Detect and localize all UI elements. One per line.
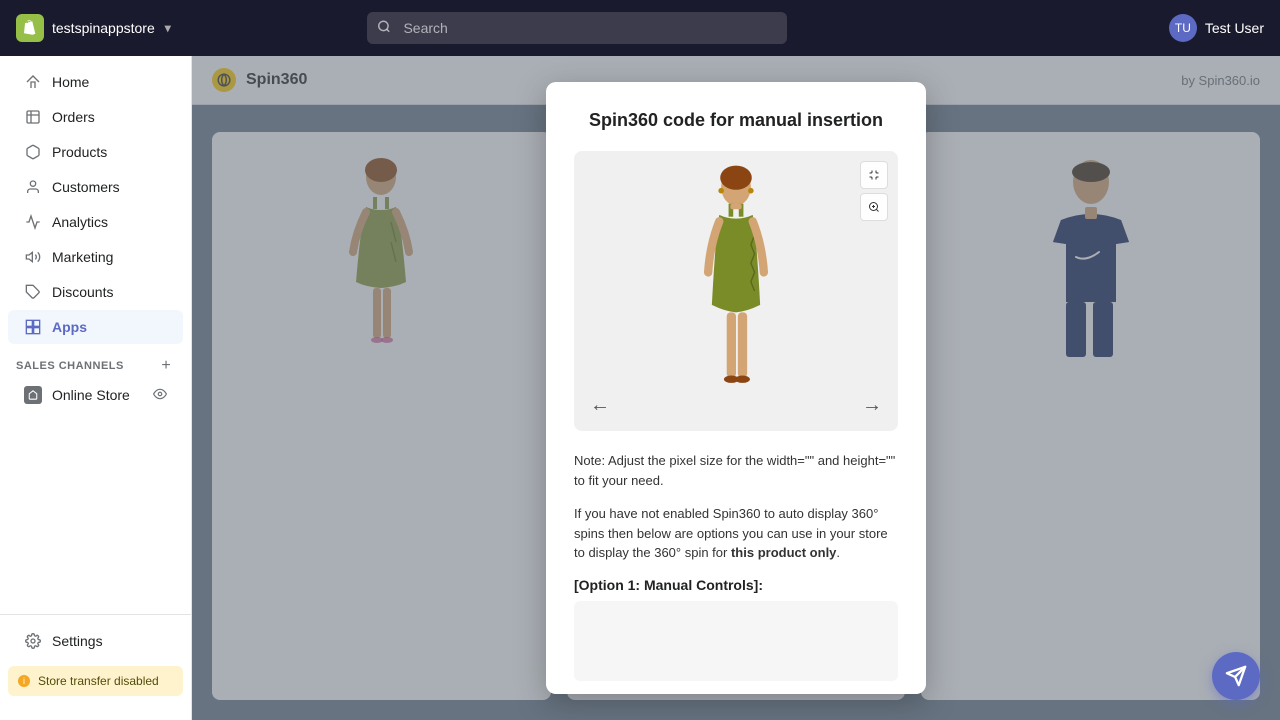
sidebar-item-orders[interactable]: Orders [8, 100, 183, 134]
arrow-right-button[interactable]: → [862, 394, 882, 417]
search-container [367, 12, 787, 44]
channel-left: Online Store [24, 386, 130, 404]
discounts-icon [24, 283, 42, 301]
modal-para: If you have not enabled Spin360 to auto … [574, 504, 898, 563]
sidebar: Home Orders Products Customers [0, 56, 192, 720]
store-transfer-text: Store transfer disabled [38, 674, 159, 688]
sidebar-item-marketing[interactable]: Marketing [8, 240, 183, 274]
sidebar-item-label: Discounts [52, 284, 113, 300]
settings-icon [24, 632, 42, 650]
marketing-icon [24, 248, 42, 266]
shopify-icon [16, 14, 44, 42]
search-input[interactable] [367, 12, 787, 44]
sidebar-item-home[interactable]: Home [8, 65, 183, 99]
sidebar-item-products[interactable]: Products [8, 135, 183, 169]
avatar: TU [1169, 14, 1197, 42]
settings-label: Settings [52, 633, 103, 649]
sales-channels-header: SALES CHANNELS + [0, 345, 191, 379]
sidebar-item-label: Home [52, 74, 89, 90]
store-chevron-icon: ▾ [165, 21, 171, 35]
sidebar-item-apps[interactable]: Apps [8, 310, 183, 344]
user-name: Test User [1205, 20, 1264, 36]
orders-icon [24, 108, 42, 126]
code-block-1 [574, 601, 898, 681]
sidebar-item-label: Products [52, 144, 107, 160]
sidebar-nav: Home Orders Products Customers [0, 56, 191, 614]
layout: Home Orders Products Customers [0, 56, 1280, 720]
option1-label: [Option 1: Manual Controls]: [574, 577, 898, 593]
sidebar-item-label: Customers [52, 179, 120, 195]
sidebar-item-customers[interactable]: Customers [8, 170, 183, 204]
store-logo-button[interactable]: testspinappstore ▾ [16, 14, 171, 42]
sidebar-item-analytics[interactable]: Analytics [8, 205, 183, 239]
store-name: testspinappstore [52, 20, 155, 36]
online-store-icon [24, 386, 42, 404]
products-icon [24, 143, 42, 161]
sidebar-item-label: Orders [52, 109, 95, 125]
sidebar-item-label: Apps [52, 319, 87, 335]
sidebar-item-online-store[interactable]: Online Store [8, 380, 183, 410]
modal-note: Note: Adjust the pixel size for the widt… [574, 451, 898, 490]
home-icon [24, 73, 42, 91]
analytics-icon [24, 213, 42, 231]
sidebar-item-label: Analytics [52, 214, 108, 230]
main-content: Spin360 by Spin360.io [192, 56, 1280, 720]
modal-this-product: this product only [731, 545, 836, 560]
modal-dialog: Spin360 code for manual insertion [546, 82, 926, 694]
search-icon [377, 20, 391, 37]
store-transfer-banner: i Store transfer disabled [8, 666, 183, 696]
eye-icon[interactable] [153, 387, 167, 404]
user-menu[interactable]: TU Test User [1169, 14, 1264, 42]
topbar: testspinappstore ▾ TU Test User [0, 0, 1280, 56]
modal-title: Spin360 code for manual insertion [574, 110, 898, 131]
arrow-left-button[interactable]: ← [590, 394, 610, 417]
sales-channels-label: SALES CHANNELS [16, 360, 124, 372]
modal-overlay[interactable]: Spin360 code for manual insertion [192, 56, 1280, 720]
apps-icon [24, 318, 42, 336]
add-channel-button[interactable]: + [157, 357, 175, 375]
modal-controls [860, 161, 888, 221]
modal-product-preview [676, 161, 796, 421]
modal-arrows: ← → [574, 394, 898, 417]
fab-button[interactable] [1212, 652, 1260, 700]
sidebar-bottom: Settings i Store transfer disabled [0, 614, 191, 720]
info-icon: i [18, 675, 30, 687]
sidebar-item-settings[interactable]: Settings [8, 624, 183, 658]
zoom-button[interactable] [860, 193, 888, 221]
sidebar-item-discounts[interactable]: Discounts [8, 275, 183, 309]
collapse-button[interactable] [860, 161, 888, 189]
customers-icon [24, 178, 42, 196]
channel-label: Online Store [52, 387, 130, 403]
sidebar-item-label: Marketing [52, 249, 113, 265]
modal-preview: ← → [574, 151, 898, 431]
